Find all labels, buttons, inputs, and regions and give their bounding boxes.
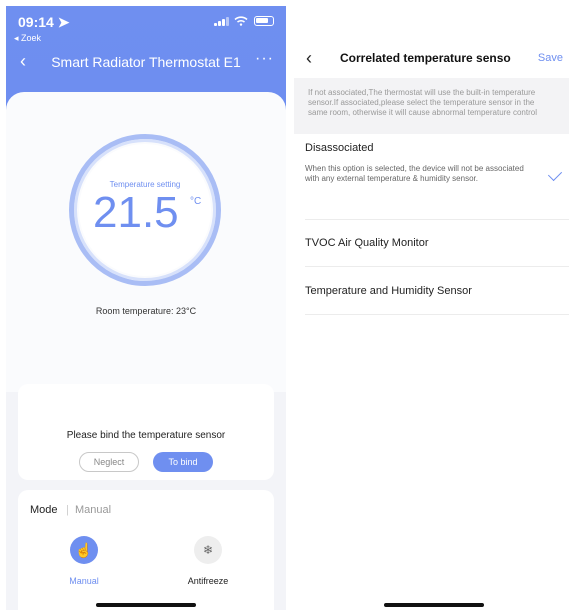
sensor-select-screen: ‹ Correlated temperature senso Save If n…	[294, 6, 569, 610]
option-title: TVOC Air Quality Monitor	[305, 237, 429, 249]
status-icons	[214, 16, 274, 26]
screen: 09:14 ➤ ◂ Zoek ‹ Smart Radiator Thermost…	[0, 0, 569, 610]
mode-separator: |	[66, 504, 69, 516]
to-bind-button[interactable]: To bind	[153, 452, 213, 472]
signal-icon	[214, 16, 229, 26]
setting-unit: °C	[190, 196, 202, 207]
option-temp-humidity-sensor[interactable]: Temperature and Humidity Sensor	[305, 285, 569, 315]
device-title: Smart Radiator Thermostat E1	[51, 54, 241, 70]
thermostat-screen: 09:14 ➤ ◂ Zoek ‹ Smart Radiator Thermost…	[6, 6, 286, 610]
mode-label: Mode	[30, 504, 58, 516]
mode-value: Manual	[75, 504, 112, 516]
option-title: Temperature and Humidity Sensor	[305, 285, 472, 297]
home-indicator[interactable]	[384, 603, 484, 607]
temperature-dial[interactable]: Temperature setting 21.5 °C	[69, 134, 221, 286]
setting-value: 21.5	[93, 188, 179, 237]
battery-icon	[254, 16, 274, 26]
option-title: Disassociated	[305, 142, 374, 154]
room-temperature: Room temperature: 23°C	[95, 306, 197, 316]
bind-sensor-card: Please bind the temperature sensor Negle…	[18, 384, 274, 480]
neglect-button[interactable]: Neglect	[79, 452, 139, 472]
status-back-link[interactable]: ◂ Zoek	[14, 33, 41, 44]
page-title: Correlated temperature senso	[340, 51, 511, 65]
info-banner: If not associated,The thermostat will us…	[294, 78, 569, 134]
snowflake-icon[interactable]: ❄	[194, 536, 222, 564]
home-indicator[interactable]	[96, 603, 196, 607]
status-time: 09:14 ➤	[18, 14, 70, 30]
wifi-icon	[234, 16, 248, 26]
check-icon	[547, 166, 563, 182]
back-icon[interactable]: ‹	[306, 48, 312, 69]
option-tvoc-monitor[interactable]: TVOC Air Quality Monitor	[305, 237, 569, 267]
option-disassociated[interactable]: Disassociated When this option is select…	[305, 142, 569, 220]
hand-icon[interactable]: ☝	[70, 536, 98, 564]
mode-option-manual[interactable]: Manual	[64, 576, 104, 586]
more-icon[interactable]: ···	[255, 50, 274, 68]
save-button[interactable]: Save	[538, 52, 563, 64]
mode-card: Mode | Manual ☝ ❄ Manual Antifreeze	[18, 490, 274, 610]
option-description: When this option is selected, the device…	[305, 164, 524, 183]
bind-message: Please bind the temperature sensor	[66, 430, 226, 441]
mode-option-antifreeze[interactable]: Antifreeze	[180, 576, 236, 586]
